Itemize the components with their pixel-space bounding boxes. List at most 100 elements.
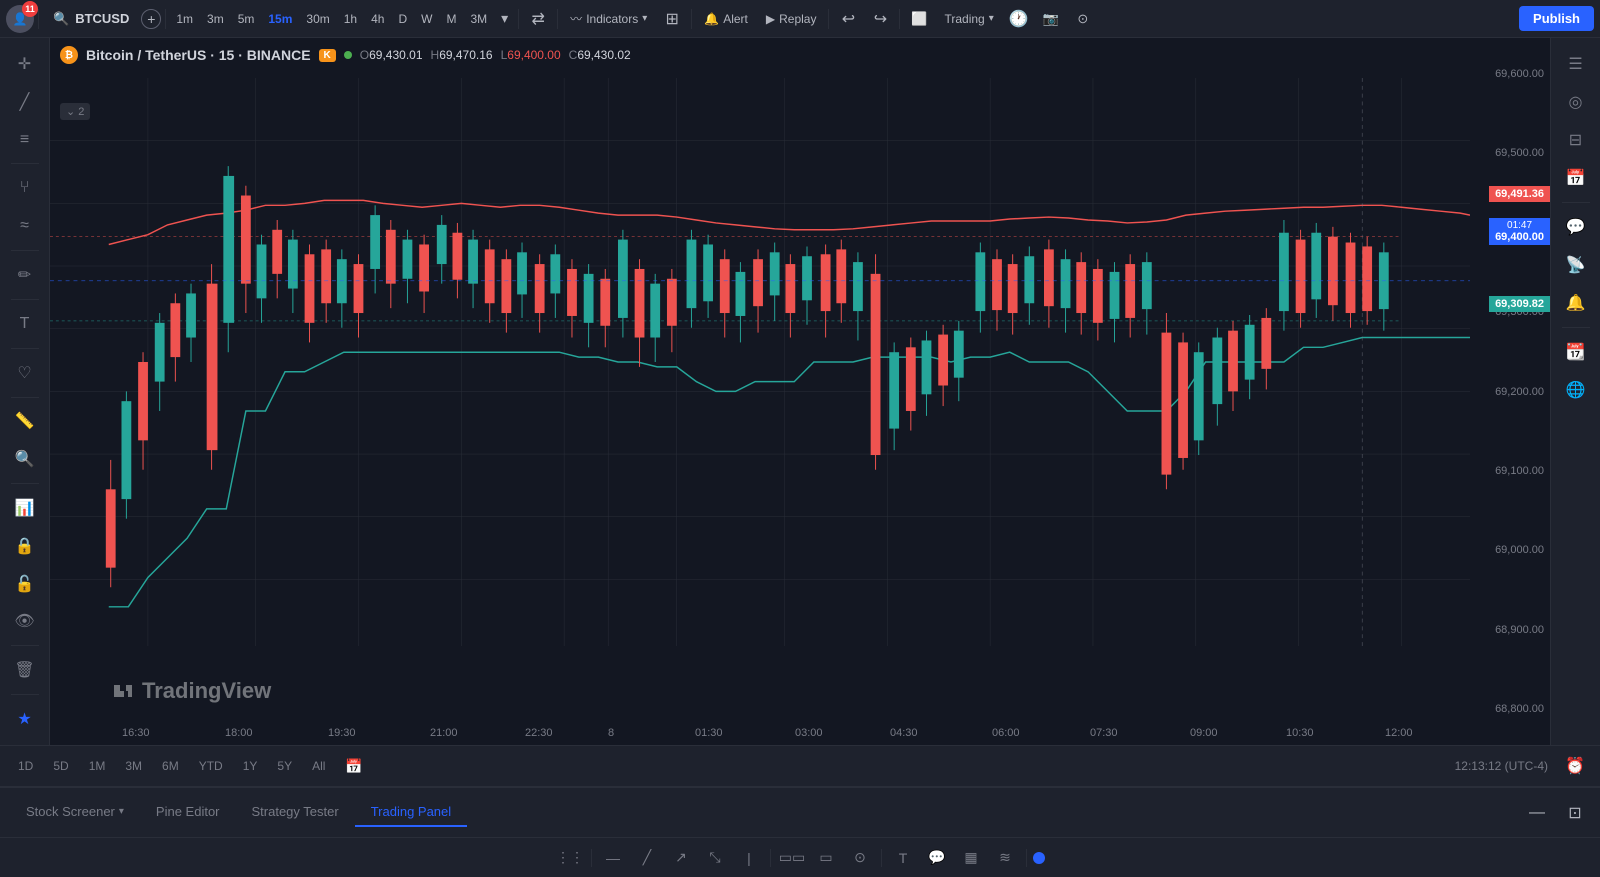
rect-tool[interactable]: ▭ — [811, 844, 841, 872]
status-dot — [344, 51, 352, 59]
news-btn[interactable]: 🌐 — [1558, 372, 1594, 408]
range-1y[interactable]: 1Y — [235, 756, 266, 776]
chart-type-btn[interactable]: ◎ — [1558, 84, 1594, 120]
x-label-10: 06:00 — [992, 727, 1020, 739]
range-3m[interactable]: 3M — [117, 756, 150, 776]
callout-tool[interactable]: ▦ — [956, 844, 986, 872]
cursor-tool[interactable]: ✛ — [7, 46, 43, 82]
tf-5m[interactable]: 5m — [232, 9, 261, 29]
note-tool[interactable]: 💬 — [922, 844, 952, 872]
publish-btn[interactable]: Publish — [1519, 6, 1594, 31]
maximize-panel-btn[interactable]: ⊡ — [1560, 798, 1590, 828]
tf-1m[interactable]: 1m — [170, 9, 199, 29]
zoom-tool[interactable]: 🔍 — [7, 441, 43, 477]
compare-btn[interactable]: ⇄ — [523, 4, 553, 34]
tf-d[interactable]: D — [392, 9, 413, 29]
tf-3m-long[interactable]: 3M — [464, 9, 493, 29]
chart-area[interactable]: ₿ Bitcoin / TetherUS · 15 · BINANCE K O6… — [50, 38, 1550, 745]
fib-tool[interactable]: ≈ — [7, 208, 43, 244]
btc-icon: ₿ — [60, 46, 78, 64]
x-label-2: 18:00 — [225, 727, 253, 739]
drag-handle[interactable]: ⋮⋮ — [555, 844, 585, 872]
calendar-right-btn[interactable]: 📅 — [1558, 160, 1594, 196]
fullscreen-toggle[interactable]: ⬜ — [904, 4, 934, 34]
chat-btn[interactable]: 💬 — [1558, 209, 1594, 245]
alert-btn[interactable]: 🔔 Alert — [696, 8, 756, 30]
close-price: C69,430.02 — [569, 48, 631, 62]
date-range-picker[interactable]: 📅 — [337, 755, 370, 778]
tf-15m[interactable]: 15m — [262, 9, 298, 29]
color-picker[interactable] — [1033, 852, 1045, 864]
x-label-5: 22:30 — [525, 727, 553, 739]
trash-tool[interactable]: 🗑 — [7, 652, 43, 688]
right-sep1 — [1562, 202, 1590, 203]
tf-w[interactable]: W — [415, 9, 438, 29]
range-5y[interactable]: 5Y — [269, 756, 300, 776]
tf-3m[interactable]: 3m — [201, 9, 230, 29]
layout-btn[interactable]: ⊞ — [657, 4, 687, 34]
candlestick-chart[interactable] — [50, 78, 1470, 646]
lock-tool[interactable]: 🔒 — [7, 528, 43, 564]
watchlist-btn[interactable]: ☰ — [1558, 46, 1594, 82]
range-6m[interactable]: 6M — [154, 756, 187, 776]
rect-channel-tool[interactable]: ▭▭ — [777, 844, 807, 872]
tf-30m[interactable]: 30m — [300, 9, 335, 29]
clock-btn[interactable]: 🕐 — [1004, 4, 1034, 34]
add-symbol-btn[interactable]: + — [141, 9, 161, 29]
indicator-tool2[interactable]: 📊 — [7, 490, 43, 526]
indicators-btn[interactable]: 〰 Indicators ▾ — [562, 6, 655, 31]
camera-btn[interactable]: 📷 — [1036, 4, 1066, 34]
replay-btn[interactable]: ▶ Replay — [758, 8, 825, 30]
high-price: H69,470.16 — [431, 48, 493, 62]
tf-expand[interactable]: ▾ — [495, 7, 514, 30]
text-draw-tool[interactable]: T — [888, 844, 918, 872]
range-all[interactable]: All — [304, 756, 333, 776]
measure-tool[interactable]: 📏 — [7, 404, 43, 440]
data-window-btn[interactable]: ⊟ — [1558, 122, 1594, 158]
arrow-tool[interactable]: ≋ — [990, 844, 1020, 872]
tf-m[interactable]: M — [440, 9, 462, 29]
x-label-4: 21:00 — [430, 727, 458, 739]
text-tool[interactable]: T — [7, 306, 43, 342]
eye-tool[interactable]: 👁 — [7, 604, 43, 640]
x-label-13: 10:30 — [1286, 727, 1314, 739]
trading-btn[interactable]: Trading ▾ — [936, 8, 1001, 30]
x-label-8: 03:00 — [795, 727, 823, 739]
symbol-search[interactable]: 🔍 BTCUSD — [43, 7, 139, 31]
calendar2-btn[interactable]: 📆 — [1558, 334, 1594, 370]
hotlist-btn[interactable]: 📡 — [1558, 247, 1594, 283]
line-tool[interactable]: ╱ — [7, 84, 43, 120]
range-1d[interactable]: 1D — [10, 756, 41, 776]
favorite-tool[interactable]: ♡ — [7, 355, 43, 391]
range-1m[interactable]: 1M — [81, 756, 114, 776]
y-label-7: 69,000.00 — [1470, 544, 1544, 556]
vertical-line-tool[interactable]: | — [734, 844, 764, 872]
extended-line-tool[interactable]: ⤡ — [700, 844, 730, 872]
tab-trading-panel[interactable]: Trading Panel — [355, 798, 467, 827]
tab-stock-screener[interactable]: Stock Screener ▾ — [10, 798, 140, 827]
tf-4h[interactable]: 4h — [365, 9, 390, 29]
trend-line-tool[interactable]: ↗ — [666, 844, 696, 872]
minimize-panel-btn[interactable]: — — [1522, 798, 1552, 828]
alert-right-btn[interactable]: 🔔 — [1558, 285, 1594, 321]
pitchfork-tool[interactable]: ⑂ — [7, 170, 43, 206]
tab-pine-editor[interactable]: Pine Editor — [140, 798, 236, 827]
right-toolbar: ☰ ◎ ⊟ 📅 💬 📡 🔔 📆 🌐 — [1550, 38, 1600, 745]
sep5 — [691, 9, 692, 29]
star-tool[interactable]: ★ — [7, 701, 43, 737]
tf-1h[interactable]: 1h — [338, 9, 363, 29]
user-avatar[interactable]: 👤 11 — [6, 5, 34, 33]
lock2-tool[interactable]: 🔓 — [7, 566, 43, 602]
settings-btn[interactable]: ⊙ — [1068, 4, 1098, 34]
goto-realtime-btn[interactable]: ⏰ — [1560, 751, 1590, 781]
brush-tool[interactable]: ✏ — [7, 257, 43, 293]
redo-btn[interactable]: ↪ — [865, 4, 895, 34]
circle-tool[interactable]: ⊙ — [845, 844, 875, 872]
ray-line-tool[interactable]: ╱ — [632, 844, 662, 872]
range-ytd[interactable]: YTD — [191, 756, 231, 776]
range-5d[interactable]: 5D — [45, 756, 76, 776]
undo-btn[interactable]: ↩ — [833, 4, 863, 34]
tab-strategy-tester[interactable]: Strategy Tester — [236, 798, 355, 827]
horizontal-line-tool[interactable]: — — [598, 844, 628, 872]
multi-line-tool[interactable]: ≡ — [7, 122, 43, 158]
